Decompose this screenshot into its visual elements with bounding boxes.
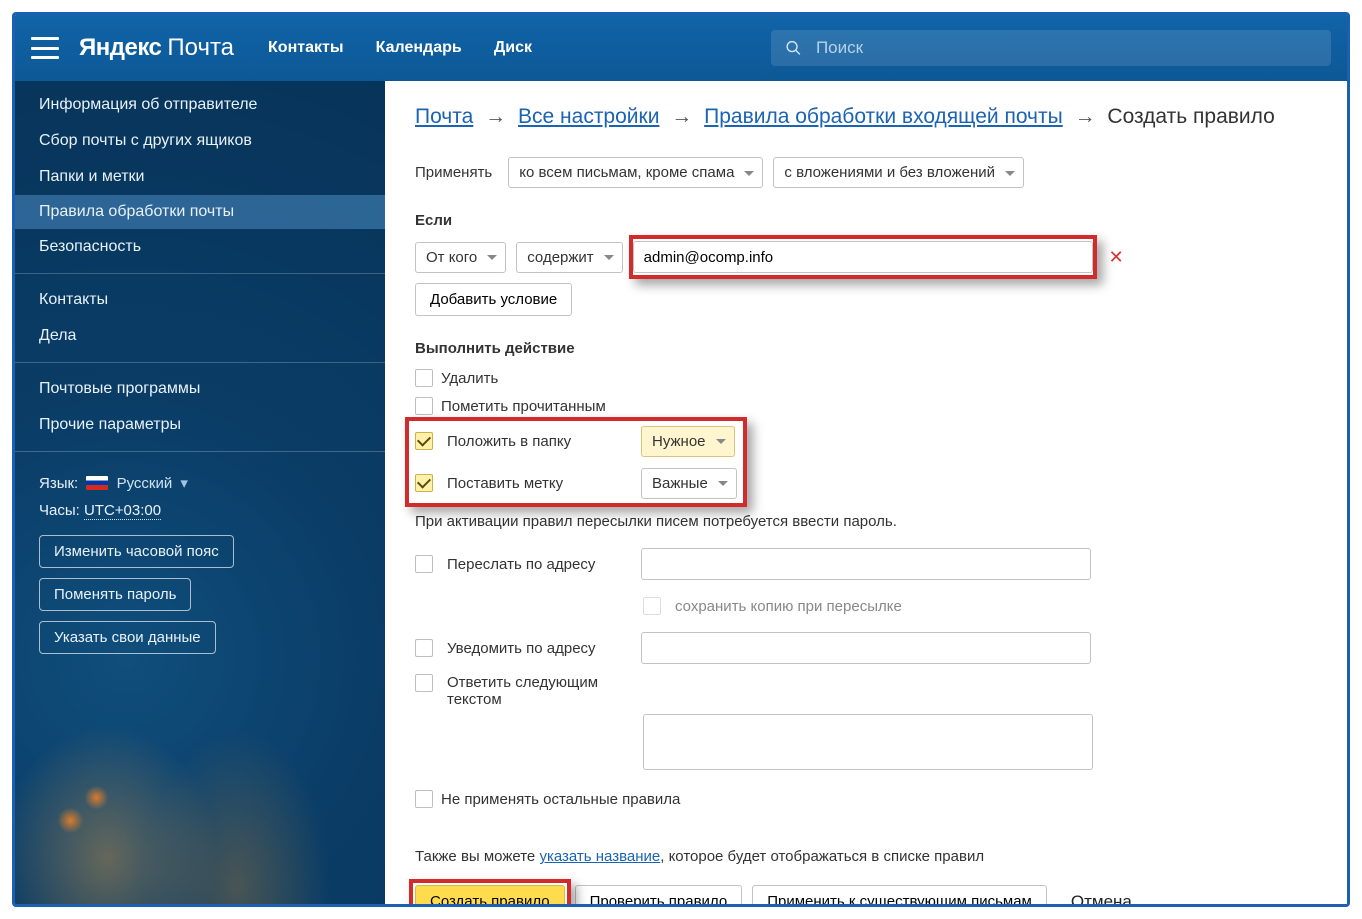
sidebar-item-mail-rules[interactable]: Правила обработки почты [15,195,385,229]
forward-address-input[interactable] [641,548,1091,580]
reply-checkbox[interactable] [415,674,433,692]
stop-rules-label: Не применять остальные правила [441,791,680,808]
divider [15,362,385,363]
brand-yandex: Яндекс [79,34,161,62]
top-nav: Контакты Календарь Диск [268,39,560,57]
put-folder-checkbox[interactable] [415,432,433,450]
remove-condition-icon[interactable]: ✕ [1109,247,1124,268]
brand-logo[interactable]: Яндекс Почта [79,34,234,62]
settings-sidebar: Информация об отправителе Сбор почты с д… [15,81,385,904]
crumb-all-settings[interactable]: Все настройки [518,105,659,128]
main-content: Почта → Все настройки → Правила обработк… [385,81,1347,904]
sidebar-item-tasks[interactable]: Дела [15,318,385,354]
delete-label: Удалить [441,370,498,387]
search-input[interactable] [816,38,1317,58]
cond-value-input[interactable] [633,241,1093,273]
brand-mail: Почта [167,34,234,62]
forward-note: При активации правил пересылки писем пот… [415,513,1311,530]
clock-label: Часы: [39,502,80,519]
nav-calendar[interactable]: Календарь [376,39,462,56]
sidebar-item-mail-programs[interactable]: Почтовые программы [15,371,385,407]
nav-disk[interactable]: Диск [494,39,532,56]
cond-field-select[interactable]: От кого [415,242,506,273]
set-name-link[interactable]: указать название [539,848,660,865]
change-password-button[interactable]: Поменять пароль [39,578,191,611]
actions-heading: Выполнить действие [415,340,1311,357]
also-pre: Также вы можете [415,848,539,865]
conditions-heading: Если [415,212,1311,229]
crumb-mail[interactable]: Почта [415,105,473,128]
keep-copy-label: сохранить копию при пересылке [675,598,902,615]
crumb-rules[interactable]: Правила обработки входящей почты [704,105,1063,128]
apply-to-select[interactable]: ко всем письмам, кроме спама [508,157,763,188]
reply-text-input[interactable] [643,714,1093,770]
lang-label: Язык: [39,475,78,492]
chevron-down-icon [1005,171,1015,181]
label-select[interactable]: Важные [641,468,737,499]
sidebar-item-sender-info[interactable]: Информация об отправителе [15,87,385,123]
chevron-down-icon [744,171,754,181]
chevron-down-icon [716,439,726,449]
divider [15,273,385,274]
add-condition-button[interactable]: Добавить условие [415,283,572,316]
mark-read-checkbox[interactable] [415,397,433,415]
sidebar-item-folders-labels[interactable]: Папки и метки [15,159,385,195]
notify-checkbox[interactable] [415,639,433,657]
reply-label: Ответить следующим текстом [447,674,627,708]
set-label-label: Поставить метку [447,475,627,492]
chevron-down-icon: ▾ [180,475,188,492]
divider [15,451,385,452]
set-label-checkbox[interactable] [415,474,433,492]
nav-contacts[interactable]: Контакты [268,39,343,56]
notify-label: Уведомить по адресу [447,640,627,657]
put-folder-label: Положить в папку [447,433,627,450]
apply-label: Применять [415,164,492,181]
crumb-current: Создать правило [1107,105,1274,128]
apply-existing-button[interactable]: Применить к существующим письмам [752,885,1047,904]
sidebar-item-collect-mail[interactable]: Сбор почты с других ящиков [15,123,385,159]
check-rule-button[interactable]: Проверить правило [575,885,743,904]
create-rule-button[interactable]: Создать правило [415,885,565,904]
language-row[interactable]: Язык: Русский ▾ [15,460,385,498]
app-header: Яндекс Почта Контакты Календарь Диск [15,15,1347,81]
chevron-down-icon [604,255,614,265]
flag-ru-icon [86,476,108,490]
also-post: , которое будет отображаться в списке пр… [660,848,984,865]
breadcrumb: Почта → Все настройки → Правила обработк… [415,105,1311,129]
notify-address-input[interactable] [641,632,1091,664]
menu-icon[interactable] [31,37,59,59]
sidebar-item-other-params[interactable]: Прочие параметры [15,407,385,443]
stop-rules-checkbox[interactable] [415,790,433,808]
chevron-down-icon [487,255,497,265]
folder-select[interactable]: Нужное [641,426,735,457]
delete-checkbox[interactable] [415,369,433,387]
sidebar-item-security[interactable]: Безопасность [15,229,385,265]
sidebar-item-contacts[interactable]: Контакты [15,282,385,318]
forward-label: Переслать по адресу [447,556,627,573]
cancel-link[interactable]: Отмена [1071,892,1132,905]
clock-row[interactable]: Часы: UTC+03:00 [15,498,385,535]
attachments-select[interactable]: с вложениями и без вложений [773,157,1024,188]
clock-value: UTC+03:00 [84,502,161,520]
forward-checkbox[interactable] [415,555,433,573]
keep-copy-checkbox[interactable] [643,597,661,615]
cond-operator-select[interactable]: содержит [516,242,622,273]
chevron-down-icon [718,481,728,491]
change-timezone-button[interactable]: Изменить часовой пояс [39,535,234,568]
lang-value: Русский [117,475,173,492]
search-icon [785,39,802,57]
set-personal-data-button[interactable]: Указать свои данные [39,621,216,654]
mark-read-label: Пометить прочитанным [441,398,606,415]
search-box[interactable] [771,30,1331,66]
